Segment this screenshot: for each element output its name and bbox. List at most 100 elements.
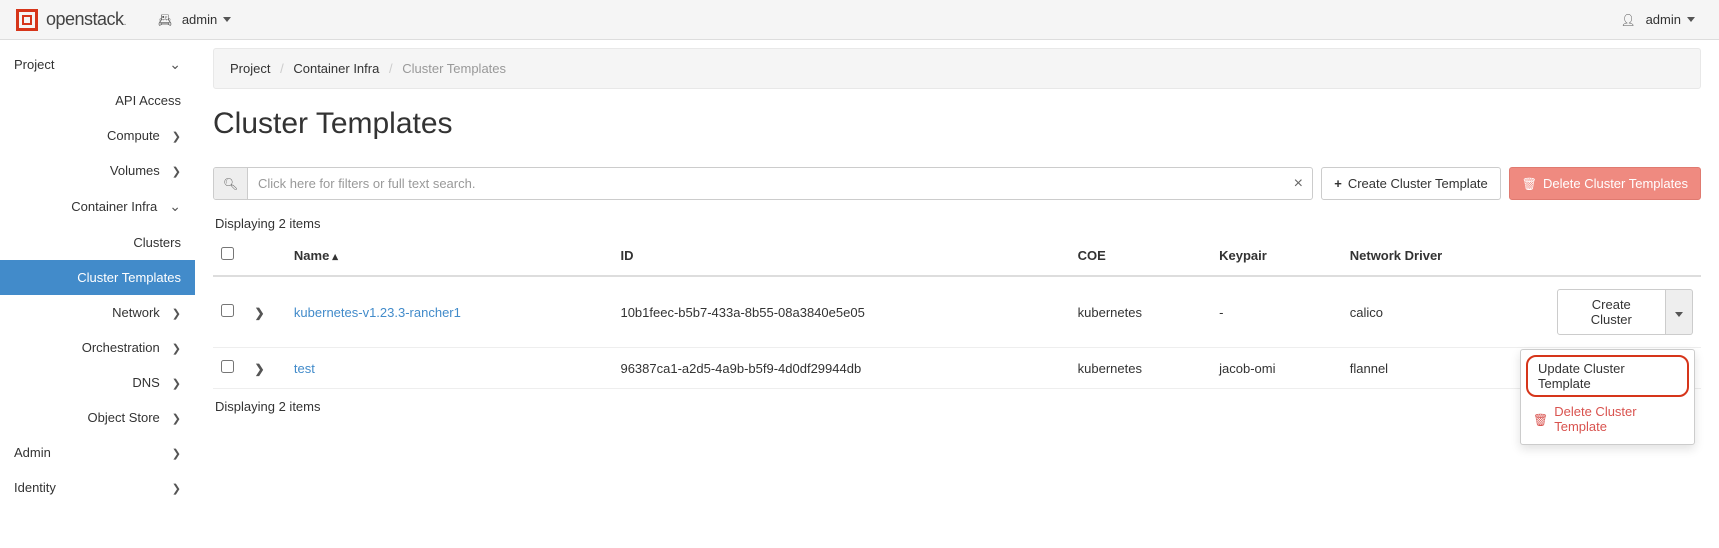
cell-netdrv: flannel [1342, 348, 1549, 389]
sidebar-item-identity[interactable]: Identity [0, 470, 195, 505]
cell-netdrv: calico [1342, 276, 1549, 348]
row-actions-toggle[interactable] [1666, 289, 1693, 335]
cell-id: 10b1feec-b5b7-433a-8b55-08a3840e5e05 [612, 276, 1069, 348]
sidebar-item-admin[interactable]: Admin [0, 435, 195, 470]
sidebar-item-label: Volumes [110, 163, 160, 178]
update-cluster-template-item[interactable]: Update Cluster Template [1538, 361, 1677, 391]
col-header-keypair[interactable]: Keypair [1211, 235, 1342, 276]
search-input[interactable] [248, 168, 1284, 199]
project-icon [158, 12, 176, 27]
search-wrap: × [213, 167, 1313, 200]
caret-down-icon [223, 17, 231, 22]
trash-icon [1522, 176, 1537, 191]
sidebar-item-label: Orchestration [82, 340, 160, 355]
sidebar-item-label: Container Infra [71, 199, 157, 214]
sidebar-item-label: Clusters [133, 235, 181, 250]
create-cluster-template-button[interactable]: Create Cluster Template [1321, 167, 1501, 200]
user-menu-label: admin [1646, 12, 1681, 27]
breadcrumb-item[interactable]: Container Infra [293, 61, 379, 76]
sidebar-item-label: Compute [107, 128, 160, 143]
sidebar-item-network[interactable]: Network [0, 295, 195, 330]
select-all-checkbox[interactable] [221, 247, 234, 260]
topbar: openstack. admin admin [0, 0, 1719, 40]
chevron-down-icon [169, 198, 181, 215]
create-cluster-button[interactable]: Create Cluster [1557, 289, 1666, 335]
expand-toggle[interactable] [253, 305, 267, 320]
user-icon [1620, 12, 1639, 27]
caret-down-icon [1687, 17, 1695, 22]
template-name-link[interactable]: kubernetes-v1.23.3-rancher1 [294, 305, 461, 320]
sidebar-item-dns[interactable]: DNS [0, 365, 195, 400]
row-checkbox[interactable] [221, 304, 234, 317]
brand-name: openstack. [46, 9, 126, 30]
row-actions-dropdown: Update Cluster Template Delete Cluster T… [1520, 349, 1695, 445]
delete-cluster-templates-button[interactable]: Delete Cluster Templates [1509, 167, 1701, 200]
plus-icon [1334, 176, 1342, 191]
col-header-id[interactable]: ID [612, 235, 1069, 276]
dropdown-item-label: Delete Cluster Template [1554, 404, 1682, 434]
page-title: Cluster Templates [213, 107, 1701, 141]
chevron-right-icon [172, 128, 181, 143]
sidebar-item-container-infra[interactable]: Container Infra [0, 188, 195, 225]
chevron-right-icon [172, 410, 181, 425]
caret-down-icon [1675, 312, 1683, 317]
delete-cluster-template-item[interactable]: Delete Cluster Template [1521, 398, 1694, 440]
sidebar-item-label: API Access [115, 93, 181, 108]
sidebar-item-orchestration[interactable]: Orchestration [0, 330, 195, 365]
sidebar-item-clusters[interactable]: Clusters [0, 225, 195, 260]
cluster-templates-table: Name ID COE Keypair Network Driver kuber… [213, 235, 1701, 389]
sidebar-item-label: DNS [132, 375, 159, 390]
button-label: Delete Cluster Templates [1543, 176, 1688, 191]
sidebar-item-cluster-templates[interactable]: Cluster Templates [0, 260, 195, 295]
table-row: test 96387ca1-a2d5-4a9b-b5f9-4d0df29944d… [213, 348, 1701, 389]
cell-coe: kubernetes [1070, 276, 1212, 348]
chevron-right-icon [172, 480, 181, 495]
col-header-name[interactable]: Name [286, 235, 613, 276]
toolbar: × Create Cluster Template Delete Cluster… [213, 167, 1701, 200]
sidebar-item-api-access[interactable]: API Access [0, 83, 195, 118]
chevron-right-icon [172, 445, 181, 460]
display-count-bottom: Displaying 2 items [215, 399, 1701, 414]
sidebar-item-label: Network [112, 305, 160, 320]
project-switcher-label: admin [182, 12, 217, 27]
template-name-link[interactable]: test [294, 361, 315, 376]
sidebar-item-label: Identity [14, 480, 56, 495]
col-header-coe[interactable]: COE [1070, 235, 1212, 276]
button-label: Create Cluster Template [1348, 176, 1488, 191]
cell-id: 96387ca1-a2d5-4a9b-b5f9-4d0df29944db [612, 348, 1069, 389]
chevron-down-icon [169, 56, 181, 73]
sidebar-item-label: Project [14, 57, 54, 72]
user-menu[interactable]: admin [1612, 8, 1703, 31]
breadcrumb: Project / Container Infra / Cluster Temp… [213, 48, 1701, 89]
chevron-right-icon [172, 163, 181, 178]
breadcrumb-sep: / [389, 61, 393, 76]
sidebar-item-compute[interactable]: Compute [0, 118, 195, 153]
sidebar-item-label: Admin [14, 445, 51, 460]
search-icon [214, 168, 248, 199]
row-checkbox[interactable] [221, 360, 234, 373]
expand-toggle[interactable] [253, 361, 267, 376]
sidebar-item-volumes[interactable]: Volumes [0, 153, 195, 188]
chevron-right-icon [172, 305, 181, 320]
highlight-ring: Update Cluster Template [1526, 355, 1689, 397]
brand-logo[interactable]: openstack. [16, 9, 126, 31]
sidebar-item-object-store[interactable]: Object Store [0, 400, 195, 435]
breadcrumb-current: Cluster Templates [402, 61, 506, 76]
project-switcher[interactable]: admin [150, 8, 239, 31]
breadcrumb-sep: / [280, 61, 284, 76]
sidebar-item-project[interactable]: Project [0, 46, 195, 83]
search-clear-button[interactable]: × [1284, 168, 1312, 199]
breadcrumb-item[interactable]: Project [230, 61, 270, 76]
cell-keypair: - [1211, 276, 1342, 348]
cell-keypair: jacob-omi [1211, 348, 1342, 389]
main-content: Project / Container Infra / Cluster Temp… [195, 40, 1719, 505]
sidebar-item-label: Object Store [88, 410, 160, 425]
cell-coe: kubernetes [1070, 348, 1212, 389]
chevron-right-icon [172, 375, 181, 390]
openstack-logo-icon [16, 9, 38, 31]
col-header-netdrv[interactable]: Network Driver [1342, 235, 1549, 276]
display-count-top: Displaying 2 items [215, 216, 1701, 231]
table-row: kubernetes-v1.23.3-rancher1 10b1feec-b5b… [213, 276, 1701, 348]
chevron-right-icon [172, 340, 181, 355]
sidebar: Project API Access Compute Volumes Conta… [0, 40, 195, 505]
